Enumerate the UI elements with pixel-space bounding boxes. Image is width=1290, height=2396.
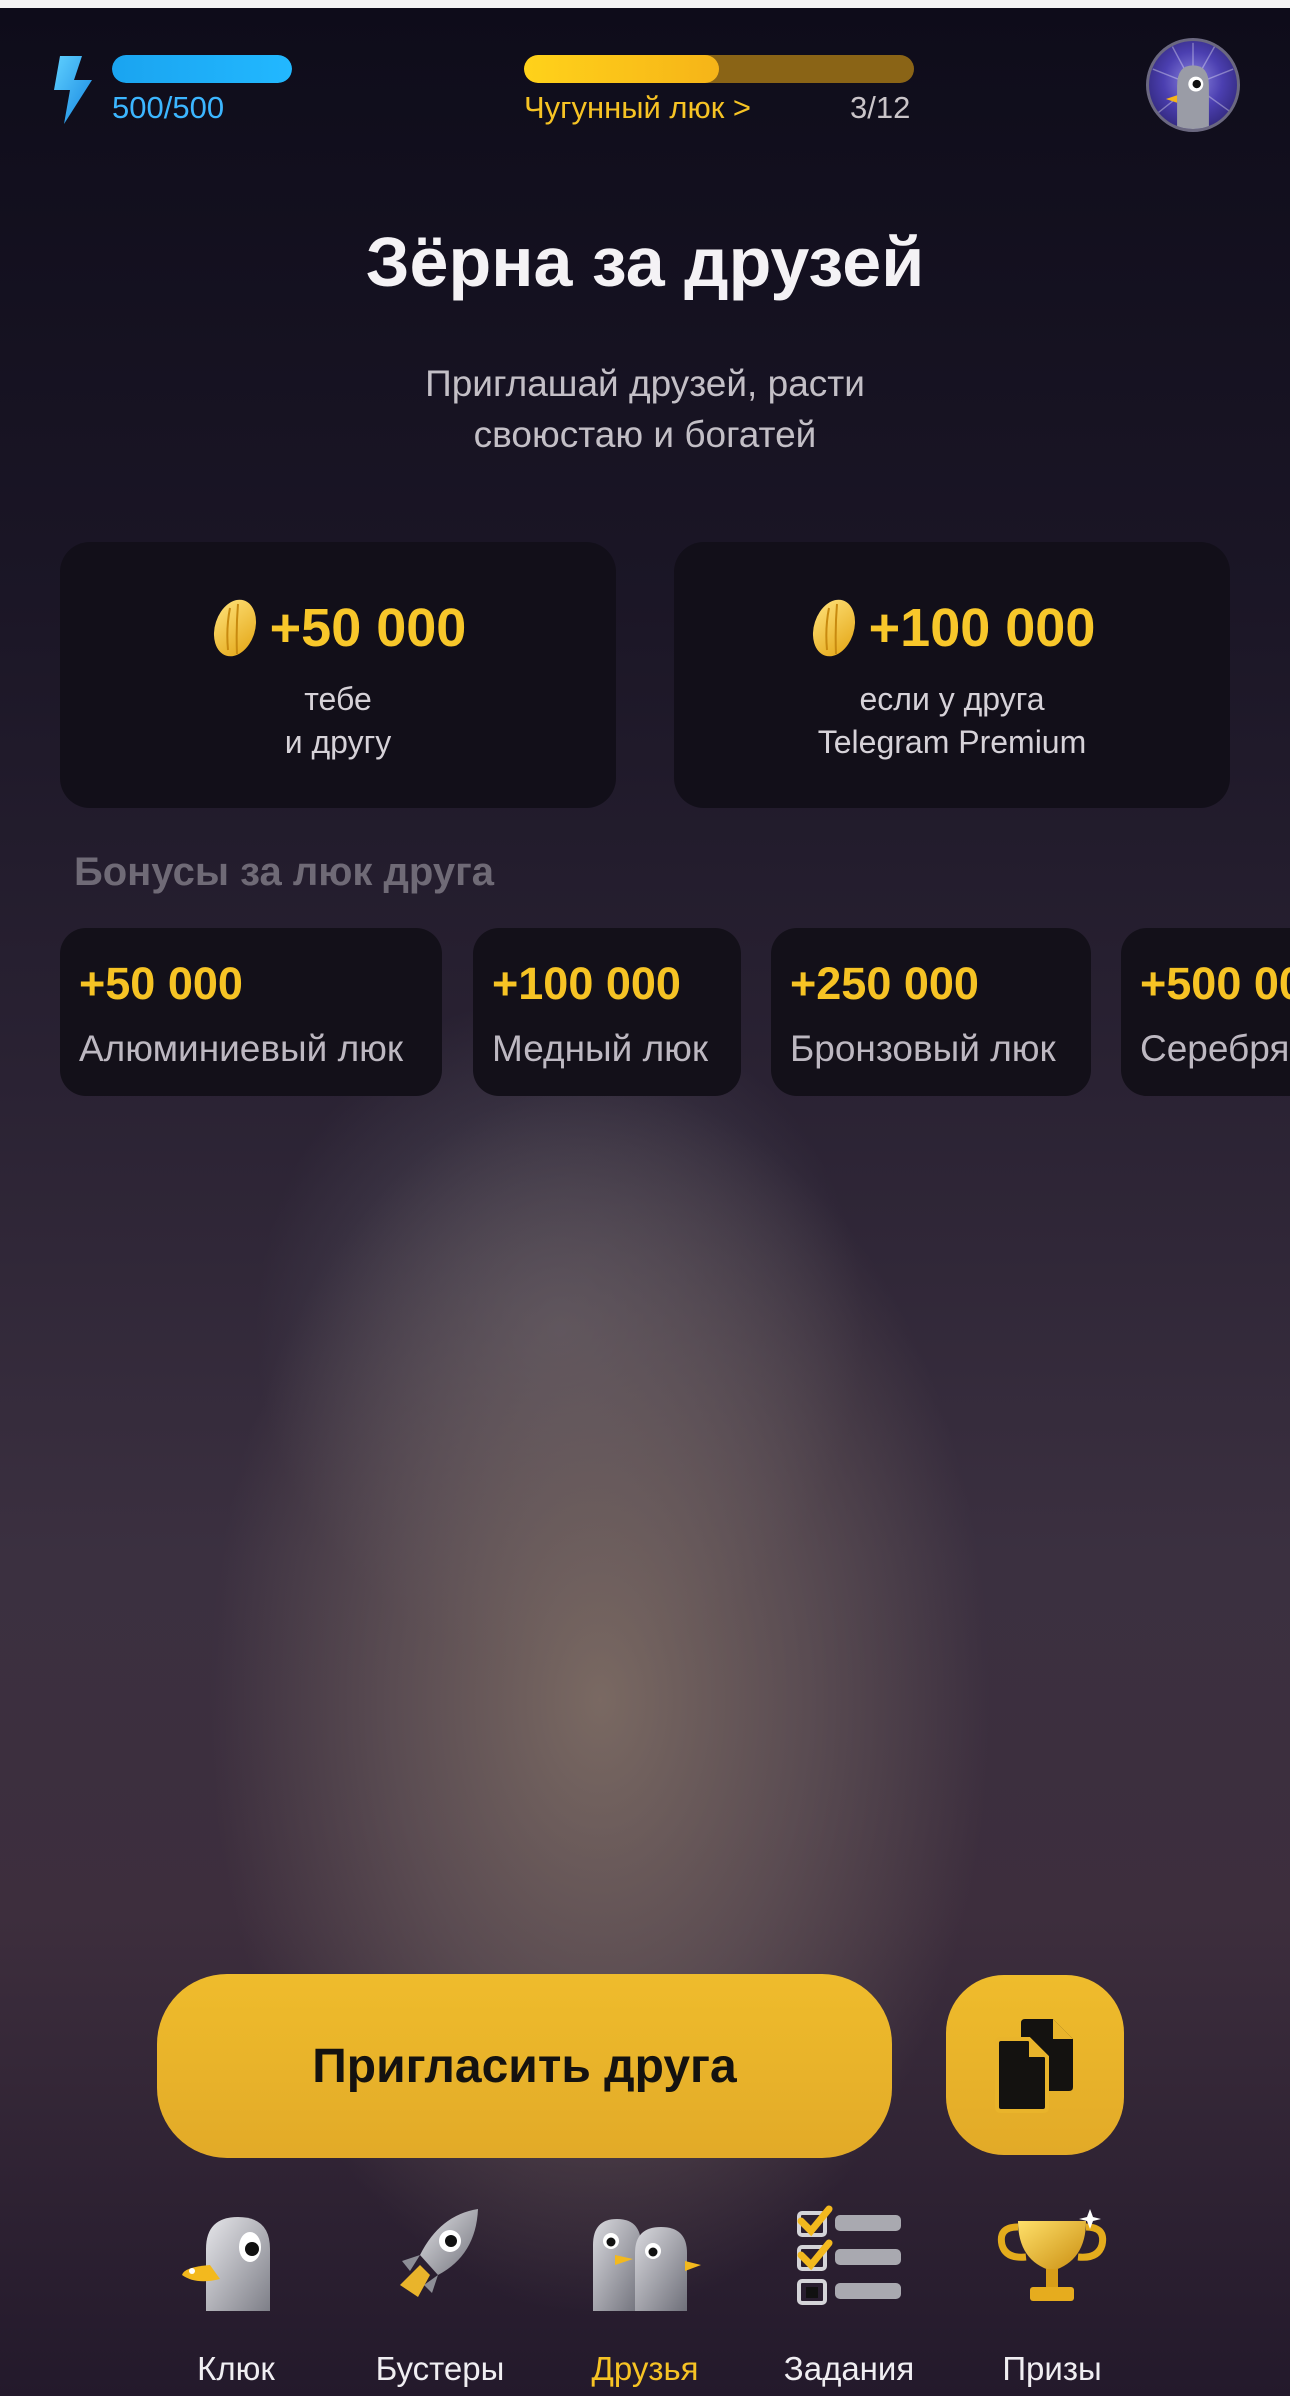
copy-icon [995,2019,1073,2113]
nav-label: Друзья [591,2350,699,2387]
bird-head-icon [182,2217,270,2311]
trophy-icon [997,2209,1107,2301]
reward-description-line: Telegram Premium [817,724,1087,760]
bonus-card[interactable]: +250 000 Бронзовый люк [771,928,1091,1096]
energy-bar [112,55,292,83]
bonuses-section-title: Бонусы за люк друга [74,850,494,894]
lightning-icon [54,56,92,124]
energy-bar-fill [112,55,292,83]
bonus-name: Алюминиевый люк [79,1028,404,1069]
nav-item-tasks[interactable]: Задания [749,2205,949,2387]
invite-friend-button[interactable]: Пригласить друга [157,1974,892,2158]
nav-label: Задания [783,2350,915,2387]
nav-label: Клюк [197,2350,275,2387]
reward-card-premium: +100 000 если у друга Telegram Premium [674,542,1230,808]
page-subtitle: Приглашай друзей, расти своюстаю и богат… [425,363,865,455]
nav-item-prizes[interactable]: Призы [952,2205,1152,2387]
bonus-amount: +500 000 [1140,958,1290,1009]
checklist-icon [797,2205,901,2305]
page-title: Зёрна за друзей [365,223,925,301]
bonus-amount: +50 000 [79,958,243,1009]
bonus-name: Бронзовый люк [790,1028,1056,1069]
seed-icon [812,599,855,657]
bonus-amount: +250 000 [790,958,979,1009]
bonus-card[interactable]: +50 000 Алюминиевый люк [60,928,442,1096]
bonus-card[interactable]: +500 000 Серебряный люк [1121,928,1290,1096]
reward-card-regular: +50 000 тебе и другу [60,542,616,808]
bonus-carousel[interactable]: +50 000 Алюминиевый люк +100 000 Медный … [0,900,1290,1130]
nav-label: Призы [1002,2350,1102,2387]
level-progress-bar [524,55,914,83]
level-count: 3/12 [850,90,911,125]
rocket-icon [400,2209,478,2297]
bonus-amount: +100 000 [492,958,681,1009]
bird-avatar-icon [1152,42,1234,129]
invite-friend-label: Пригласить друга [312,2039,737,2093]
avatar[interactable] [1146,38,1240,132]
level-progress-fill [524,55,719,83]
top-edge [0,0,1290,8]
reward-amount: +50 000 [269,598,467,658]
seed-icon [213,599,256,657]
reward-description-line: и другу [284,724,392,760]
nav-item-friends[interactable]: Друзья [545,2205,745,2387]
bonus-name: Медный люк [492,1028,709,1069]
bonus-card[interactable]: +100 000 Медный люк [473,928,741,1096]
nav-label: Бустеры [375,2350,505,2387]
reward-amount: +100 000 [868,598,1096,658]
copy-link-button[interactable] [946,1975,1124,2155]
reward-description-line: если у друга [859,681,1045,717]
energy-count: 500/500 [112,90,225,125]
friends-icon [593,2219,701,2311]
bonus-name: Серебряный люк [1140,1028,1290,1069]
nav-item-klyuk[interactable]: Клюк [136,2205,336,2387]
nav-item-boosters[interactable]: Бустеры [340,2205,540,2387]
level-link[interactable]: Чугунный люк > [524,90,751,126]
reward-description-line: тебе [304,681,372,717]
